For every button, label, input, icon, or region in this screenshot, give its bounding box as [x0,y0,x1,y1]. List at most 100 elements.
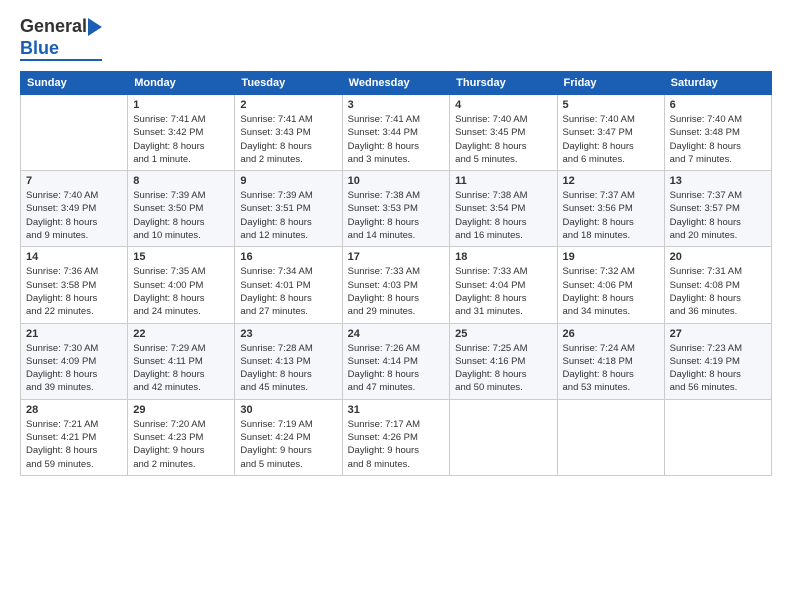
calendar-cell: 26 Sunrise: 7:24 AM Sunset: 4:18 PM Dayli… [557,323,664,399]
day-number: 19 [563,251,659,263]
day-number: 31 [348,404,445,416]
calendar-cell: 17 Sunrise: 7:33 AM Sunset: 4:03 PM Dayli… [342,247,450,323]
day-number: 4 [455,99,551,111]
calendar-cell: 10 Sunrise: 7:38 AM Sunset: 3:53 PM Dayli… [342,171,450,247]
calendar-cell: 9Sunrise: 7:39 AM Sunset: 3:51 PM Daylig… [235,171,342,247]
day-info: Sunrise: 7:38 AM Sunset: 3:53 PM Dayligh… [348,189,445,242]
day-number: 10 [348,175,445,187]
day-info: Sunrise: 7:40 AM Sunset: 3:48 PM Dayligh… [670,113,766,166]
day-info: Sunrise: 7:23 AM Sunset: 4:19 PM Dayligh… [670,342,766,395]
day-info: Sunrise: 7:37 AM Sunset: 3:57 PM Dayligh… [670,189,766,242]
day-number: 15 [133,251,229,263]
calendar-cell: 30 Sunrise: 7:19 AM Sunset: 4:24 PM Dayli… [235,399,342,475]
day-number: 5 [563,99,659,111]
header: General Blue [20,16,772,61]
logo: General Blue [20,16,102,61]
calendar-cell: 22Sunrise: 7:29 AM Sunset: 4:11 PM Dayli… [128,323,235,399]
calendar-header-row: SundayMondayTuesdayWednesdayThursdayFrid… [21,72,772,95]
day-number: 18 [455,251,551,263]
day-number: 11 [455,175,551,187]
day-number: 13 [670,175,766,187]
calendar-cell: 19 Sunrise: 7:32 AM Sunset: 4:06 PM Dayli… [557,247,664,323]
calendar-day-header: Sunday [21,72,128,95]
calendar-cell: 8Sunrise: 7:39 AM Sunset: 3:50 PM Daylig… [128,171,235,247]
calendar-cell: 31Sunrise: 7:17 AM Sunset: 4:26 PM Dayli… [342,399,450,475]
calendar-day-header: Saturday [664,72,771,95]
calendar-cell: 23 Sunrise: 7:28 AM Sunset: 4:13 PM Dayli… [235,323,342,399]
day-number: 25 [455,328,551,340]
day-number: 26 [563,328,659,340]
calendar-cell: 6 Sunrise: 7:40 AM Sunset: 3:48 PM Daylig… [664,95,771,171]
calendar-cell: 3 Sunrise: 7:41 AM Sunset: 3:44 PM Daylig… [342,95,450,171]
day-info: Sunrise: 7:32 AM Sunset: 4:06 PM Dayligh… [563,265,659,318]
calendar-cell: 15Sunrise: 7:35 AM Sunset: 4:00 PM Dayli… [128,247,235,323]
calendar-week-row: 1 Sunrise: 7:41 AM Sunset: 3:42 PM Daylig… [21,95,772,171]
day-info: Sunrise: 7:30 AM Sunset: 4:09 PM Dayligh… [26,342,122,395]
day-number: 29 [133,404,229,416]
day-info: Sunrise: 7:31 AM Sunset: 4:08 PM Dayligh… [670,265,766,318]
calendar-cell: 11 Sunrise: 7:38 AM Sunset: 3:54 PM Dayli… [450,171,557,247]
day-info: Sunrise: 7:40 AM Sunset: 3:45 PM Dayligh… [455,113,551,166]
calendar-cell: 7 Sunrise: 7:40 AM Sunset: 3:49 PM Daylig… [21,171,128,247]
calendar-table: SundayMondayTuesdayWednesdayThursdayFrid… [20,71,772,476]
calendar-day-header: Tuesday [235,72,342,95]
calendar-week-row: 14 Sunrise: 7:36 AM Sunset: 3:58 PM Dayli… [21,247,772,323]
day-info: Sunrise: 7:37 AM Sunset: 3:56 PM Dayligh… [563,189,659,242]
calendar-cell: 1 Sunrise: 7:41 AM Sunset: 3:42 PM Daylig… [128,95,235,171]
calendar-cell [21,95,128,171]
day-number: 21 [26,328,122,340]
calendar-cell: 14 Sunrise: 7:36 AM Sunset: 3:58 PM Dayli… [21,247,128,323]
day-number: 6 [670,99,766,111]
day-number: 14 [26,251,122,263]
calendar-cell: 13 Sunrise: 7:37 AM Sunset: 3:57 PM Dayli… [664,171,771,247]
day-info: Sunrise: 7:38 AM Sunset: 3:54 PM Dayligh… [455,189,551,242]
day-number: 8 [133,175,229,187]
calendar-cell: 20 Sunrise: 7:31 AM Sunset: 4:08 PM Dayli… [664,247,771,323]
day-info: Sunrise: 7:40 AM Sunset: 3:49 PM Dayligh… [26,189,122,242]
day-info: Sunrise: 7:41 AM Sunset: 3:43 PM Dayligh… [240,113,336,166]
day-number: 28 [26,404,122,416]
day-number: 22 [133,328,229,340]
day-info: Sunrise: 7:21 AM Sunset: 4:21 PM Dayligh… [26,418,122,471]
day-info: Sunrise: 7:25 AM Sunset: 4:16 PM Dayligh… [455,342,551,395]
logo-blue-text: Blue [20,38,59,58]
day-info: Sunrise: 7:36 AM Sunset: 3:58 PM Dayligh… [26,265,122,318]
calendar-cell: 4 Sunrise: 7:40 AM Sunset: 3:45 PM Daylig… [450,95,557,171]
day-info: Sunrise: 7:39 AM Sunset: 3:51 PM Dayligh… [240,189,336,242]
day-info: Sunrise: 7:34 AM Sunset: 4:01 PM Dayligh… [240,265,336,318]
calendar-cell: 29Sunrise: 7:20 AM Sunset: 4:23 PM Dayli… [128,399,235,475]
calendar-cell: 18 Sunrise: 7:33 AM Sunset: 4:04 PM Dayli… [450,247,557,323]
day-info: Sunrise: 7:33 AM Sunset: 4:03 PM Dayligh… [348,265,445,318]
calendar-day-header: Monday [128,72,235,95]
calendar-cell [664,399,771,475]
day-number: 23 [240,328,336,340]
calendar-cell: 25 Sunrise: 7:25 AM Sunset: 4:16 PM Dayli… [450,323,557,399]
day-number: 7 [26,175,122,187]
calendar-week-row: 28 Sunrise: 7:21 AM Sunset: 4:21 PM Dayli… [21,399,772,475]
day-info: Sunrise: 7:40 AM Sunset: 3:47 PM Dayligh… [563,113,659,166]
day-number: 17 [348,251,445,263]
logo-arrow-icon [88,18,102,36]
calendar-cell [450,399,557,475]
calendar-cell: 24Sunrise: 7:26 AM Sunset: 4:14 PM Dayli… [342,323,450,399]
day-info: Sunrise: 7:28 AM Sunset: 4:13 PM Dayligh… [240,342,336,395]
calendar-cell: 12Sunrise: 7:37 AM Sunset: 3:56 PM Dayli… [557,171,664,247]
calendar-cell: 27Sunrise: 7:23 AM Sunset: 4:19 PM Dayli… [664,323,771,399]
day-info: Sunrise: 7:19 AM Sunset: 4:24 PM Dayligh… [240,418,336,471]
calendar-cell: 28 Sunrise: 7:21 AM Sunset: 4:21 PM Dayli… [21,399,128,475]
day-info: Sunrise: 7:41 AM Sunset: 3:42 PM Dayligh… [133,113,229,166]
calendar-cell: 2Sunrise: 7:41 AM Sunset: 3:43 PM Daylig… [235,95,342,171]
day-info: Sunrise: 7:33 AM Sunset: 4:04 PM Dayligh… [455,265,551,318]
day-number: 20 [670,251,766,263]
day-number: 30 [240,404,336,416]
day-info: Sunrise: 7:41 AM Sunset: 3:44 PM Dayligh… [348,113,445,166]
day-info: Sunrise: 7:24 AM Sunset: 4:18 PM Dayligh… [563,342,659,395]
calendar-week-row: 7 Sunrise: 7:40 AM Sunset: 3:49 PM Daylig… [21,171,772,247]
calendar-cell: 16Sunrise: 7:34 AM Sunset: 4:01 PM Dayli… [235,247,342,323]
day-info: Sunrise: 7:26 AM Sunset: 4:14 PM Dayligh… [348,342,445,395]
calendar-day-header: Wednesday [342,72,450,95]
day-number: 3 [348,99,445,111]
calendar-day-header: Friday [557,72,664,95]
day-number: 1 [133,99,229,111]
page: General Blue SundayMondayTuesdayWednesda… [0,0,792,612]
